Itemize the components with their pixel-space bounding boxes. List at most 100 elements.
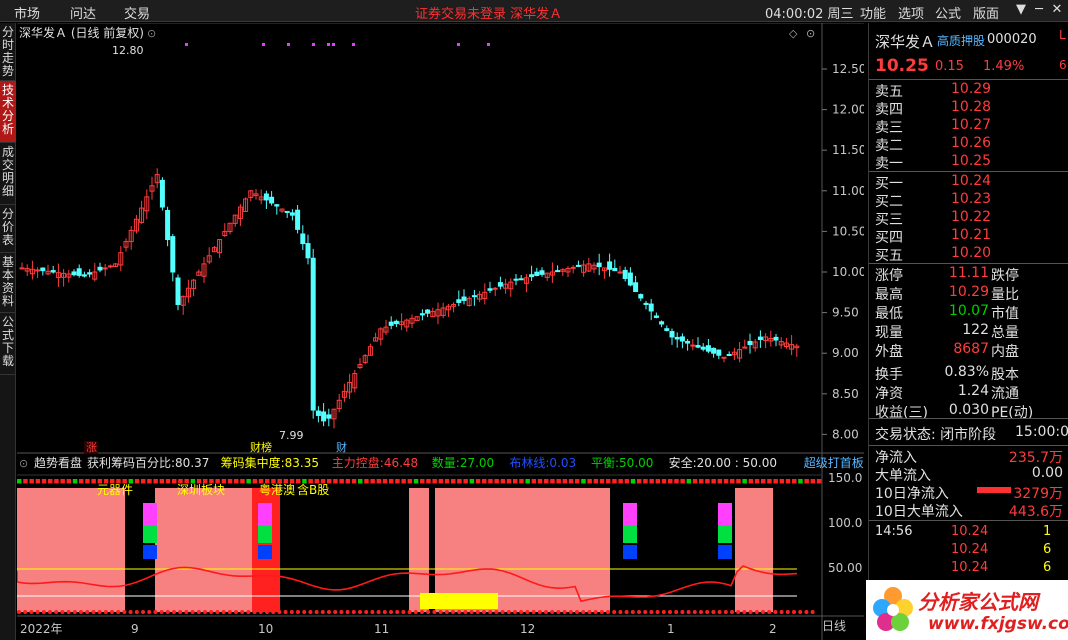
left-tab-strip: 分时走势 技术分析 成交明细 分价表 基本资料 公式下载 <box>0 23 16 640</box>
bottom-dot <box>79 610 83 614</box>
status-square <box>351 479 357 484</box>
stat-label: 最高 <box>875 287 903 303</box>
settings-icon[interactable]: ⊙ <box>147 27 156 40</box>
side-mark-l[interactable]: L <box>1059 28 1066 42</box>
ask-price: 10.25 <box>951 153 992 169</box>
menu-layout[interactable]: 版面 <box>973 3 999 22</box>
bottom-dot <box>308 610 313 614</box>
signal-stack <box>258 503 272 525</box>
ask-label: 卖五 <box>875 84 903 100</box>
bottom-dot <box>240 610 245 614</box>
tab-intraday[interactable]: 分时走势 <box>0 23 16 81</box>
status-square <box>593 479 599 484</box>
tab-ticks[interactable]: 成交明细 <box>0 143 16 205</box>
menu-options[interactable]: 选项 <box>898 3 924 22</box>
candle-body <box>695 345 701 348</box>
price-tick: 9.00 <box>832 346 859 360</box>
candle-body <box>679 336 685 342</box>
kline-chart[interactable]: 深华发Ａ (日线 前复权) ⊙ ◇ ⊙ 12.50 12.00 11.50 11.00… <box>17 23 864 640</box>
ind-tick-100: 100.0 <box>828 516 862 530</box>
status-square <box>742 479 747 484</box>
menu-formula[interactable]: 公式 <box>935 3 961 22</box>
menu-bar: 市场 问达 交易 证券交易未登录 深华发Ａ 04:00:02 周三 功能 选项 … <box>0 0 1068 22</box>
tab-technical[interactable]: 技术分析 <box>0 81 16 143</box>
candle-body <box>305 243 311 259</box>
menu-function[interactable]: 功能 <box>860 3 886 22</box>
bottom-dot <box>488 610 493 614</box>
tick-price: 10.24 <box>951 524 989 539</box>
bottom-dot <box>531 610 536 614</box>
pledge-tag[interactable]: 高质押股 <box>937 32 985 49</box>
status-square <box>134 479 140 484</box>
ticks-time: 14:56 <box>875 524 913 539</box>
status-square <box>804 479 809 484</box>
limit-up-marker[interactable]: 涨 <box>86 441 97 454</box>
bottom-dot <box>203 610 207 614</box>
status-square <box>655 479 661 484</box>
side-mark-6[interactable]: 6 <box>1059 58 1067 72</box>
menu-wenda[interactable]: 问达 <box>70 3 96 22</box>
candle-body <box>721 356 727 359</box>
indicator-item: 获利筹码百分比:80.37 <box>87 456 209 470</box>
bottom-dot <box>438 610 443 614</box>
stat-right-label: 跌停 <box>991 268 1019 284</box>
diamond-icon[interactable]: ◇ <box>789 27 798 40</box>
status-square <box>767 479 772 484</box>
close-icon[interactable]: ✕ <box>1048 2 1066 20</box>
menu-trade[interactable]: 交易 <box>124 3 150 22</box>
finance-marker[interactable]: 财 <box>336 440 347 454</box>
ask-label: 卖三 <box>875 120 903 136</box>
ind-tick-50: 50.00 <box>828 561 862 575</box>
flow-label: 10日净流入 <box>875 486 949 502</box>
signal-dot <box>352 43 355 46</box>
flower-logo-icon <box>873 587 913 631</box>
period-label[interactable]: 日线 <box>822 619 846 633</box>
bottom-dot <box>35 610 40 614</box>
tab-price-table[interactable]: 分价表 <box>0 205 16 253</box>
bottom-dot <box>277 610 282 614</box>
status-square <box>35 479 41 484</box>
indicator-settings-icon[interactable]: ⊙ <box>19 457 28 470</box>
stat-right-label: 量比 <box>991 287 1019 303</box>
ask-price: 10.26 <box>951 135 992 151</box>
candle-body <box>40 267 46 272</box>
status-square <box>66 479 72 484</box>
bottom-dot <box>159 610 164 614</box>
bottom-dot <box>165 610 170 614</box>
bottom-dot <box>444 610 449 614</box>
menu-icon[interactable]: ⊙ <box>806 27 815 40</box>
status-square <box>147 479 152 484</box>
bottom-dot <box>23 610 28 614</box>
candle-body <box>747 340 753 346</box>
status-square <box>513 479 518 484</box>
bottom-dot <box>110 610 114 614</box>
tab-formula-download[interactable]: 公式下载 <box>0 313 16 375</box>
price-tick: 11.50 <box>832 143 864 157</box>
candle-body <box>539 270 545 275</box>
sector-label: 含B股 <box>297 482 329 497</box>
candle-body <box>622 269 628 279</box>
status-square <box>426 479 431 484</box>
status-square <box>668 479 673 484</box>
menu-market[interactable]: 市场 <box>14 3 40 22</box>
tab-fundamentals[interactable]: 基本资料 <box>0 253 16 313</box>
news-marker[interactable]: 财榜 <box>250 440 272 454</box>
signal-stack <box>718 503 732 525</box>
bottom-dot <box>246 610 251 614</box>
signal-dot <box>332 43 335 46</box>
bottom-dot <box>612 610 617 614</box>
candle-body <box>555 270 561 273</box>
indicator-item: 主力控盘:46.48 <box>332 455 418 470</box>
bottom-dot <box>258 610 263 614</box>
bottom-dot <box>469 610 474 614</box>
bid-label: 买五 <box>875 248 903 264</box>
bottom-dot <box>339 610 344 614</box>
kline-header: 深华发Ａ (日线 前复权) <box>19 25 144 40</box>
bottom-dot <box>717 610 722 614</box>
minimize-icon[interactable]: ─ <box>1030 2 1048 20</box>
candle-body <box>497 282 503 287</box>
price-tick: 11.00 <box>832 184 864 198</box>
dropdown-icon[interactable]: ▼ <box>1012 2 1030 20</box>
candle-body <box>425 309 431 314</box>
status-square <box>736 479 741 484</box>
